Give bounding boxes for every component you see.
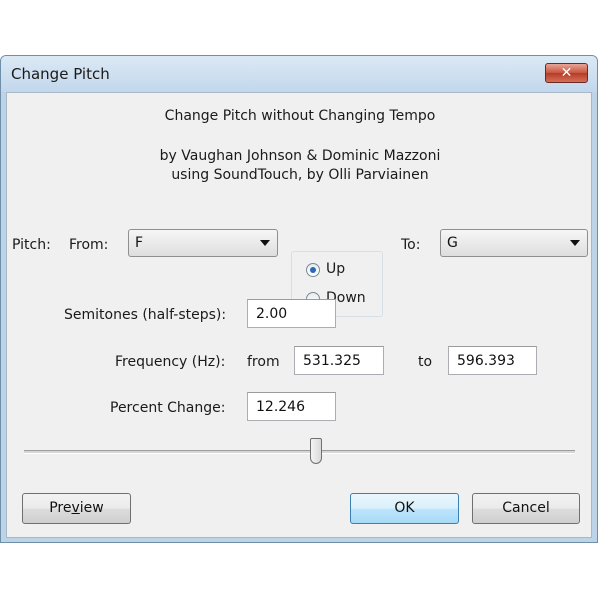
chevron-down-icon: [570, 240, 580, 246]
frequency-from-input[interactable]: 531.325: [294, 346, 384, 375]
authors-line: by Vaughan Johnson & Dominic Mazzoni: [159, 148, 441, 164]
close-button[interactable]: ✕: [545, 63, 588, 83]
window-title: Change Pitch: [11, 65, 110, 83]
frequency-from-label: from: [247, 354, 280, 370]
percent-change-input[interactable]: 12.246: [247, 392, 336, 421]
ok-label: OK: [394, 500, 415, 516]
frequency-from-value: 531.325: [303, 353, 361, 369]
dialog-client-area: Change Pitch without Changing Tempo by V…: [6, 92, 592, 538]
preview-label-pre: Pre: [49, 500, 72, 516]
semitones-value: 2.00: [256, 306, 288, 322]
chevron-down-icon: [260, 240, 270, 246]
frequency-to-input[interactable]: 596.393: [448, 346, 537, 375]
frequency-to-value: 596.393: [457, 353, 515, 369]
close-icon: ✕: [560, 65, 573, 81]
cancel-button[interactable]: Cancel: [472, 493, 580, 524]
cancel-label: Cancel: [502, 500, 550, 516]
percent-change-value: 12.246: [256, 399, 305, 415]
pitch-to-label: To:: [401, 237, 421, 253]
percent-slider-thumb[interactable]: [310, 438, 322, 464]
frequency-label: Frequency (Hz):: [115, 354, 226, 370]
pitch-from-label: From:: [69, 237, 109, 253]
preview-label-accel: v: [71, 500, 80, 516]
up-radio-label[interactable]: Up: [326, 261, 345, 277]
percent-change-label: Percent Change:: [110, 400, 226, 416]
title-bar[interactable]: Change Pitch ✕: [1, 56, 597, 92]
pitch-to-select[interactable]: G: [440, 229, 588, 257]
pitch-label: Pitch:: [12, 237, 51, 253]
preview-button[interactable]: Preview: [22, 493, 131, 524]
semitones-input[interactable]: 2.00: [247, 299, 336, 328]
semitones-label: Semitones (half-steps):: [64, 307, 227, 323]
pitch-from-select[interactable]: F: [128, 229, 278, 257]
effect-title: Change Pitch without Changing Tempo: [164, 108, 436, 124]
ok-button[interactable]: OK: [350, 493, 459, 524]
change-pitch-dialog: Change Pitch ✕ Change Pitch without Chan…: [0, 55, 598, 543]
frequency-to-label: to: [418, 354, 433, 370]
percent-slider-track[interactable]: [24, 450, 575, 454]
pitch-from-value: F: [135, 235, 144, 251]
up-radio[interactable]: [306, 263, 320, 277]
soundtouch-credit: using SoundTouch, by Olli Parviainen: [171, 167, 429, 183]
preview-label-post: iew: [79, 500, 104, 516]
pitch-to-value: G: [447, 235, 458, 251]
